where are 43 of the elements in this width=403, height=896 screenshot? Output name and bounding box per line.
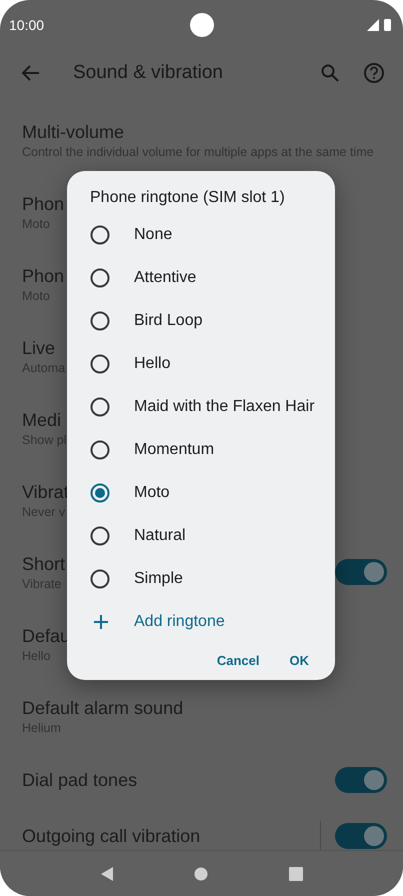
screen-title: Sound & vibration [73, 62, 224, 84]
ringtone-option[interactable]: Attentive [134, 268, 317, 287]
setting-title: Dial pad tones [22, 769, 138, 792]
radio-icon[interactable] [90, 354, 110, 374]
radio-icon[interactable] [90, 526, 110, 546]
ringtone-option[interactable]: None [134, 225, 317, 244]
ringtone-option[interactable]: Simple [134, 569, 317, 588]
toggle-switch[interactable] [335, 823, 387, 849]
setting-title: Live [22, 336, 56, 360]
recents-nav-icon[interactable] [288, 866, 303, 880]
radio-icon[interactable] [90, 568, 110, 588]
add-ringtone-link[interactable]: Add ringtone [134, 612, 225, 630]
dialog-button[interactable]: OK [282, 647, 317, 674]
setting-title: Default alarm sound [22, 696, 184, 720]
ringtone-option[interactable]: Maid with the Flaxen Hair [134, 397, 317, 416]
signal-battery-icon [367, 18, 393, 32]
radio-icon[interactable] [90, 224, 110, 244]
plus-icon[interactable] [93, 614, 109, 630]
setting-title: Short [22, 552, 66, 576]
radio-icon[interactable] [90, 310, 110, 330]
radio-selected-icon[interactable] [90, 482, 110, 502]
dialog-title: Phone ringtone (SIM slot 1) [90, 188, 286, 208]
radio-icon[interactable] [90, 268, 110, 288]
camera-cutout [190, 13, 214, 37]
status-time: 10:00 [9, 17, 44, 33]
toggle-switch[interactable] [335, 767, 387, 793]
radio-icon[interactable] [90, 440, 110, 460]
setting-title: Phon [22, 264, 64, 288]
ringtone-option[interactable]: Bird Loop [134, 311, 317, 330]
back-nav-icon[interactable] [100, 866, 114, 882]
setting-title: Medi [22, 408, 62, 432]
setting-title: Phon [22, 192, 64, 216]
radio-icon[interactable] [90, 396, 110, 416]
ringtone-option[interactable]: Natural [134, 526, 317, 545]
setting-title: Multi-volume [22, 120, 124, 144]
setting-title: Vibrat [22, 480, 69, 504]
dialog-button[interactable]: Cancel [208, 647, 268, 674]
ringtone-option[interactable]: Momentum [134, 440, 317, 459]
home-nav-icon[interactable] [194, 866, 208, 880]
ringtone-option[interactable]: Moto [134, 483, 317, 502]
setting-title: Outgoing call vibration [22, 825, 200, 848]
ringtone-option[interactable]: Hello [134, 354, 317, 373]
toggle-switch[interactable] [335, 559, 387, 585]
